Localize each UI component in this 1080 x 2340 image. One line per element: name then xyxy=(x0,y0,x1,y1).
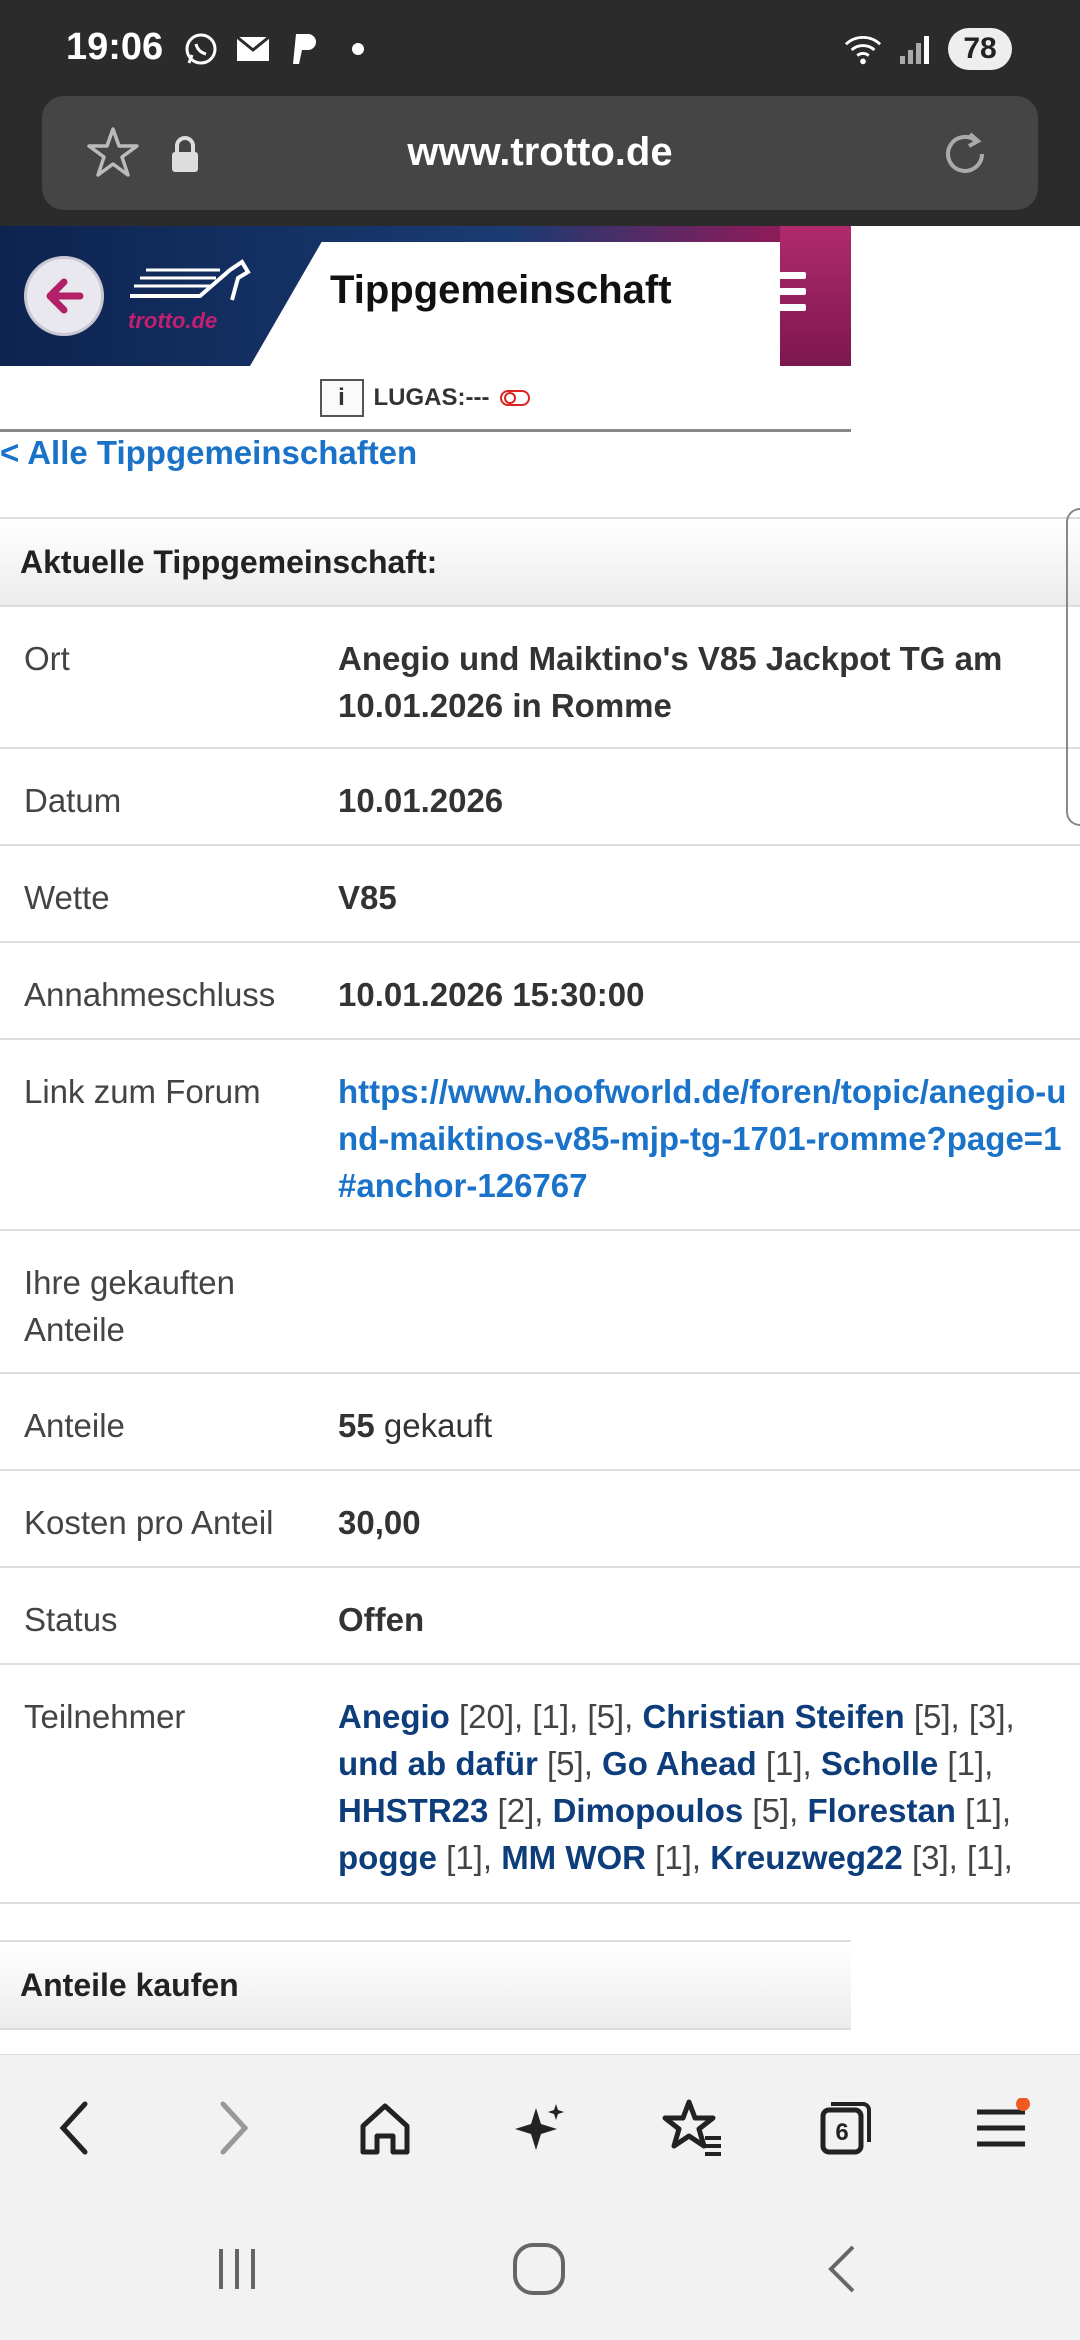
logo-text: trotto.de xyxy=(128,308,218,333)
menu-icon[interactable] xyxy=(756,272,806,316)
page-title: Tippgemeinschaft xyxy=(330,268,672,312)
shares-suffix: gekauft xyxy=(383,1407,493,1444)
participant-name[interactable]: und ab dafür xyxy=(338,1745,538,1782)
recent-apps-icon[interactable] xyxy=(202,2234,272,2304)
status-value: Offen xyxy=(338,1601,425,1638)
back-button[interactable] xyxy=(24,256,104,336)
bookmarks-star-icon[interactable] xyxy=(658,2093,728,2163)
mail-icon xyxy=(234,30,272,68)
menu-lines-icon[interactable] xyxy=(966,2093,1036,2163)
dot-icon xyxy=(352,43,364,55)
participant-shares: [1], xyxy=(655,1839,702,1876)
arrow-left-icon xyxy=(46,278,84,314)
home-icon[interactable] xyxy=(350,2093,420,2163)
row-label: Wette xyxy=(24,879,110,916)
row-forum-link: Link zum Forum https://www.hoofworld.de/… xyxy=(0,1040,1080,1231)
participant-shares: [1], xyxy=(446,1839,493,1876)
system-back-icon[interactable] xyxy=(808,2234,878,2304)
participants-list: Anegio [20], [1], [5], Christian Steifen… xyxy=(338,1693,1068,1881)
participant-shares: [1], xyxy=(765,1745,812,1782)
reload-icon[interactable] xyxy=(936,124,994,182)
status-time: 19:06 xyxy=(66,26,164,68)
row-teilnehmer: Teilnehmer Anegio [20], [1], [5], Christ… xyxy=(0,1665,1080,1904)
participant-name[interactable]: HHSTR23 xyxy=(338,1792,488,1829)
wifi-icon xyxy=(844,30,882,68)
home-circle-icon[interactable] xyxy=(504,2234,574,2304)
all-tipping-groups-link[interactable]: < Alle Tippgemeinschaften xyxy=(0,434,417,472)
row-label: Link zum Forum xyxy=(24,1073,261,1110)
row-value: 30,00 xyxy=(338,1504,421,1541)
row-label: Status xyxy=(24,1601,118,1638)
row-value: Anegio und Maiktino's V85 Jackpot TG am … xyxy=(338,640,1003,724)
lugas-bar: i LUGAS:--- xyxy=(0,366,851,432)
signal-icon xyxy=(896,30,934,68)
row-label: Anteile xyxy=(24,1407,125,1444)
participant-shares: [1], xyxy=(965,1792,1012,1829)
row-label: Datum xyxy=(24,782,122,819)
browser-address-area: www.trotto.de xyxy=(0,96,1080,226)
participant-name[interactable]: Christian Steifen xyxy=(642,1698,904,1735)
participant-shares: [5], xyxy=(752,1792,799,1829)
participant-shares: [5], xyxy=(547,1745,593,1782)
row-label: Annahmeschluss xyxy=(24,976,276,1013)
row-wette: Wette V85 xyxy=(0,846,1080,943)
participant-name[interactable]: MM WOR xyxy=(501,1839,646,1876)
participant-name[interactable]: Dimopoulos xyxy=(553,1792,744,1829)
row-value: 55 gekauft xyxy=(338,1402,1068,1449)
participant-name[interactable]: Anegio xyxy=(338,1698,450,1735)
row-status: Status Offen xyxy=(0,1568,1080,1665)
row-value: V85 xyxy=(338,879,397,916)
buy-shares-heading: Anteile kaufen xyxy=(0,1940,851,2030)
participant-shares: [2], xyxy=(497,1792,544,1829)
row-kosten: Kosten pro Anteil 30,00 xyxy=(0,1471,1080,1568)
address-bar[interactable]: www.trotto.de xyxy=(42,96,1038,210)
participant-name[interactable]: Scholle xyxy=(821,1745,938,1782)
shares-count: 55 xyxy=(338,1407,375,1444)
participant-name[interactable]: Go Ahead xyxy=(602,1745,757,1782)
participant-name[interactable]: Kreuzweg22 xyxy=(710,1839,903,1876)
status-bar: 19:06 78 xyxy=(0,0,1080,96)
row-label: Ihre gekauften Anteile xyxy=(24,1264,235,1348)
info-button[interactable]: i xyxy=(319,378,364,417)
site-header: trotto.de Tippgemeinschaft xyxy=(0,226,851,366)
row-annahmeschluss: Annahmeschluss 10.01.2026 15:30:00 xyxy=(0,943,1080,1040)
row-value: 10.01.2026 15:30:00 xyxy=(338,976,645,1013)
participant-name[interactable]: pogge xyxy=(338,1839,437,1876)
tabs-icon[interactable]: 6 xyxy=(810,2093,880,2163)
lugas-text: LUGAS:--- xyxy=(373,383,490,411)
browser-toolbar: 6 xyxy=(0,2054,1080,2194)
system-navigation-bar xyxy=(0,2194,1080,2340)
row-anteile: Anteile 55 gekauft xyxy=(0,1374,1080,1471)
participant-shares: [1], xyxy=(947,1745,994,1782)
row-purchased-shares: Ihre gekauften Anteile xyxy=(0,1231,1080,1374)
battery-indicator: 78 xyxy=(948,28,1012,70)
row-value: 10.01.2026 xyxy=(338,782,504,819)
participant-shares: [5], [3], xyxy=(913,1698,1015,1735)
participant-shares: [20], [1], [5], xyxy=(459,1698,634,1735)
row-label: Ort xyxy=(24,640,70,677)
row-label: Teilnehmer xyxy=(24,1698,186,1735)
current-group-heading: Aktuelle Tippgemeinschaft: xyxy=(0,517,1080,607)
row-ort: Ort Anegio und Maiktino's V85 Jackpot TG… xyxy=(0,607,1080,749)
forward-arrow-icon[interactable] xyxy=(198,2093,268,2163)
tabs-count: 6 xyxy=(835,2119,848,2146)
url-text[interactable]: www.trotto.de xyxy=(42,130,1038,175)
forum-link[interactable]: https://www.hoofworld.de/foren/topic/ane… xyxy=(338,1068,1068,1209)
row-label: Kosten pro Anteil xyxy=(24,1504,274,1541)
whatsapp-icon xyxy=(182,30,220,68)
back-arrow-icon[interactable] xyxy=(40,2093,110,2163)
side-panel-handle[interactable] xyxy=(1066,508,1080,826)
participant-name[interactable]: Florestan xyxy=(807,1792,956,1829)
paypal-icon xyxy=(286,30,324,68)
sparkle-ai-icon[interactable] xyxy=(505,2093,575,2163)
row-datum: Datum 10.01.2026 xyxy=(0,749,1080,846)
toggle-off-icon xyxy=(500,389,531,406)
participant-shares: [3], [1], xyxy=(911,1839,1013,1876)
